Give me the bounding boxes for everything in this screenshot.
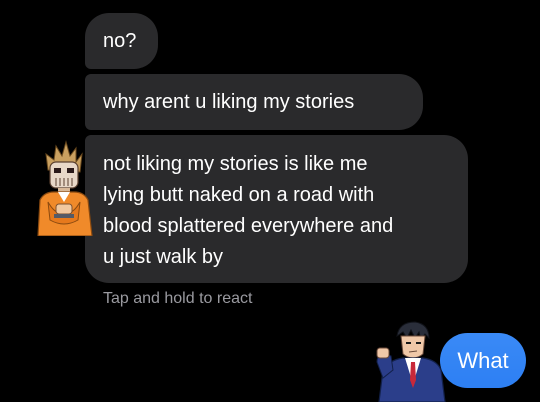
message-text-line: not liking my stories is like me xyxy=(103,153,368,175)
sender-avatar[interactable] xyxy=(34,140,94,236)
message-text-line: blood splattered everywhere and xyxy=(103,215,394,237)
message-text: no? xyxy=(103,30,137,52)
message-bubble[interactable]: not liking my stories is like me lying b… xyxy=(85,135,468,283)
message-text-line: u just walk by xyxy=(103,246,224,268)
attorney-sprite-icon xyxy=(376,321,446,402)
sent-message-bubble[interactable]: What xyxy=(440,333,526,388)
prisoner-sprite-icon xyxy=(37,140,93,236)
message-text: What xyxy=(457,348,509,373)
message-text: why arent u liking my stories xyxy=(103,91,355,113)
message-bubble[interactable]: why arent u liking my stories xyxy=(85,74,423,130)
chat-thread: no? why arent u liking my stories not li… xyxy=(0,0,540,402)
message-text-line: lying butt naked on a road with xyxy=(103,184,375,206)
react-hint: Tap and hold to react xyxy=(103,290,253,307)
my-avatar[interactable] xyxy=(375,318,447,402)
message-bubble[interactable]: no? xyxy=(85,13,158,69)
